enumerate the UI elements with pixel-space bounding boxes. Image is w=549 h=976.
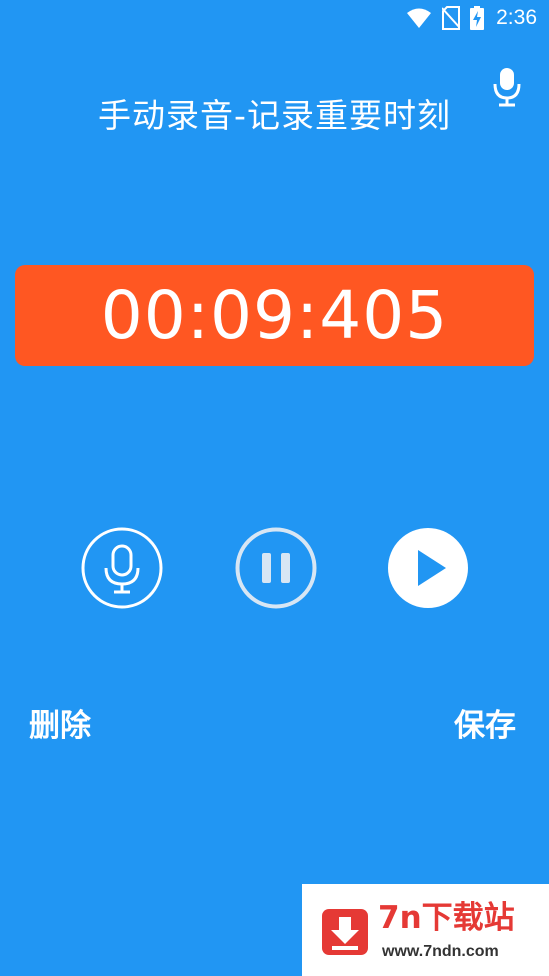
record-button[interactable] [80, 526, 164, 610]
delete-button[interactable]: 删除 [29, 706, 91, 746]
no-sim-icon [442, 6, 461, 30]
pause-button[interactable] [234, 526, 318, 610]
watermark-url: www.7ndn.com [382, 943, 499, 960]
timer-value: 00:09:405 [100, 277, 449, 354]
status-bar: 2:36 [0, 0, 549, 36]
save-button[interactable]: 保存 [454, 706, 516, 746]
status-icons: 2:36 [406, 4, 537, 32]
timer-display: 00:09:405 [15, 265, 534, 366]
page-title: 手动录音-记录重要时刻 [98, 96, 451, 135]
pause-icon [234, 526, 318, 610]
play-button[interactable] [386, 526, 470, 610]
status-time: 2:36 [496, 6, 537, 29]
watermark-title: 7n下载站 [378, 900, 515, 936]
battery-charging-icon [470, 6, 485, 30]
watermark-badge: 7n下载站 www.7ndn.com [302, 884, 549, 976]
wifi-icon [406, 7, 432, 29]
play-icon [386, 526, 470, 610]
microphone-icon [80, 526, 164, 610]
download-icon [322, 909, 368, 955]
